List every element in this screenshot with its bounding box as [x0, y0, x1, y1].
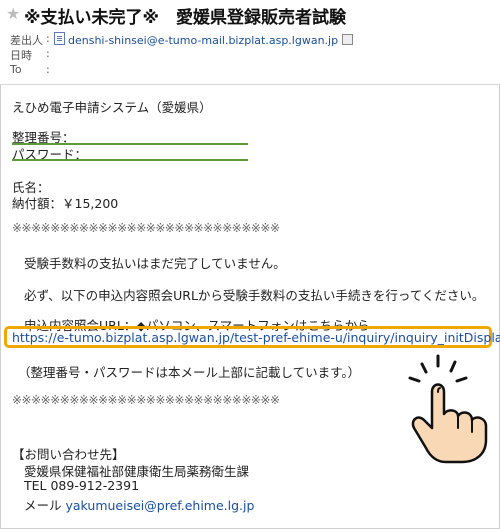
amount-value: ￥15,200 [62, 196, 119, 211]
system-name: えひめ電子申請システム（愛媛県） [12, 100, 212, 115]
notice-instruction: 必ず、以下の申込内容照会URLから受験手数料の支払い手続きを行ってください。 [24, 288, 485, 303]
email-subject: ※支払い未完了※ 愛媛県登録販売者試験 [24, 8, 347, 28]
inquiry-url-link[interactable]: https://e-tumo.bizplat.asp.lgwan.jp/test… [12, 330, 500, 345]
amount-label: 納付額： [12, 196, 63, 211]
document-icon [54, 32, 65, 45]
password-underline [12, 159, 248, 161]
amount-row: 納付額：￥15,200 [12, 193, 118, 212]
from-label: 差出人 [10, 34, 43, 47]
star-icon[interactable]: ★ [6, 4, 20, 23]
pointing-hand-icon [408, 354, 488, 464]
to-label: To [10, 63, 22, 76]
contact-mail-row: メール yakumueisei@pref.ehime.lg.jp [24, 495, 254, 514]
contact-mail-label: メール [24, 498, 62, 513]
contact-tel: TEL 089-912-2391 [24, 478, 140, 493]
from-row: 差出人 : [10, 32, 50, 47]
notice-incomplete: 受験手数料の支払いはまだ完了していません。 [24, 256, 286, 271]
separator-top: ※※※※※※※※※※※※※※※※※※※※※※※※※※※※ [12, 221, 280, 235]
from-address[interactable]: denshi-shinsei@e-tumo-mail.bizplat.asp.l… [54, 32, 354, 47]
contact-card-icon[interactable] [342, 34, 354, 45]
email-header: ★ ※支払い未完了※ 愛媛県登録販売者試験 差出人 : denshi-shins… [0, 0, 500, 85]
credentials-note: （整理番号・パスワードは本メール上部に記載しています。） [18, 365, 361, 380]
date-label: 日時 [10, 49, 32, 62]
separator-bottom: ※※※※※※※※※※※※※※※※※※※※※※※※※※※※ [12, 393, 280, 407]
date-row: 日時 : [10, 47, 50, 62]
to-row: To : [10, 63, 50, 76]
contact-mail-link[interactable]: yakumueisei@pref.ehime.lg.jp [66, 498, 255, 513]
